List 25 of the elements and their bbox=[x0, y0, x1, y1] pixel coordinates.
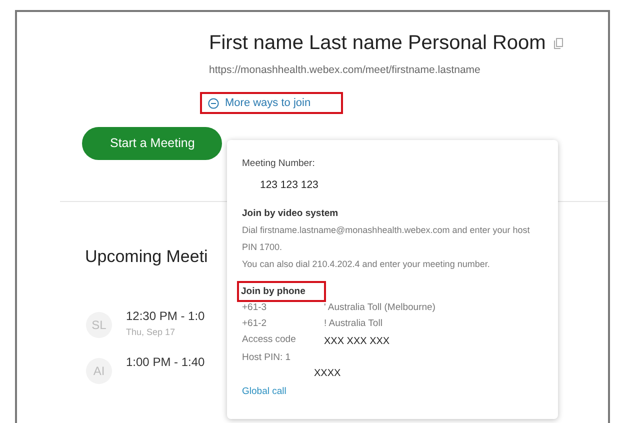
more-ways-link[interactable]: More ways to join bbox=[202, 94, 341, 112]
section-heading: Upcoming Meeti bbox=[85, 246, 208, 266]
room-title: First name Last name Personal Room bbox=[209, 32, 546, 55]
host-pin: XXXX bbox=[314, 367, 341, 381]
meeting-date: Thu, Sep 17 bbox=[126, 326, 176, 336]
meeting-number-label: Meeting Number: bbox=[242, 158, 316, 169]
start-meeting-button[interactable]: Start a Meeting bbox=[82, 126, 222, 160]
host-pin-label: Host PIN: 1 bbox=[242, 351, 291, 365]
meeting-time[interactable]: 12:30 PM - 1:0 bbox=[126, 308, 205, 322]
copy-icon[interactable] bbox=[554, 38, 563, 49]
global-call-link[interactable]: Global call bbox=[242, 386, 286, 397]
phone-label: ! Australia Toll bbox=[324, 317, 382, 331]
section-heading: Join by phone bbox=[239, 283, 324, 300]
meeting-time[interactable]: 1:00 PM - 1:40 bbox=[126, 354, 205, 368]
instruction-text: Dial firstname.lastname@monashhealth.webex.com and enter your host PIN 1700. bbox=[242, 224, 531, 254]
phone-number: +61-2 bbox=[242, 317, 268, 331]
phone-number: +61-3 bbox=[242, 301, 268, 315]
section-heading: Join by video system bbox=[242, 207, 338, 221]
access-code: XXX XXX XXX bbox=[324, 335, 390, 349]
room-url: https://monashhealth.webex.com/meet/firstname.lastname bbox=[209, 64, 482, 76]
instruction-text: You can also dial 210.4.202.4 and enter your meeting number. bbox=[242, 258, 491, 271]
phone-label: ' Australia Toll (Melbourne) bbox=[324, 301, 436, 315]
access-code-label: Access code bbox=[242, 333, 297, 347]
more-icon bbox=[208, 98, 219, 108]
meeting-number: 123 123 123 bbox=[260, 179, 320, 191]
